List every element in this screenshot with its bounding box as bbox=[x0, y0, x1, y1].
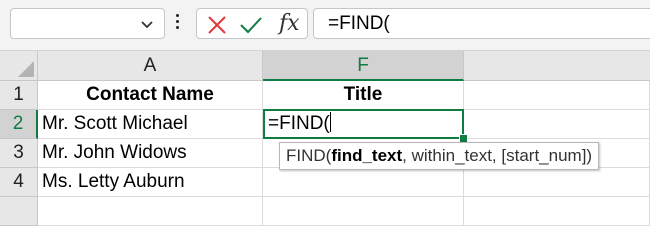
active-cell-text: =FIND( bbox=[268, 113, 330, 134]
column-header-f[interactable]: F bbox=[263, 51, 464, 81]
cell-a4[interactable]: Ms. Letty Auburn bbox=[38, 168, 263, 197]
tooltip-function-name[interactable]: FIND( bbox=[286, 146, 331, 165]
active-cell-f2[interactable]: =FIND( bbox=[263, 109, 464, 139]
text-caret bbox=[329, 112, 331, 132]
cancel-x-icon[interactable] bbox=[207, 15, 227, 35]
row-header-3[interactable]: 3 bbox=[0, 139, 38, 168]
column-header-a[interactable]: A bbox=[38, 51, 263, 81]
cell-a1[interactable]: Contact Name bbox=[38, 81, 263, 110]
row-header-1[interactable]: 1 bbox=[0, 81, 38, 110]
cell-a5[interactable] bbox=[38, 197, 263, 226]
insert-function-fx-icon[interactable]: fx bbox=[279, 11, 300, 36]
function-tooltip: FIND(find_text, within_text, [start_num]… bbox=[279, 142, 600, 170]
cell-a2[interactable]: Mr. Scott Michael bbox=[38, 110, 263, 139]
formula-actions: fx bbox=[196, 8, 308, 39]
select-all-triangle-icon bbox=[18, 61, 34, 77]
cell-f4[interactable] bbox=[263, 168, 464, 197]
formula-bar: fx =FIND( bbox=[0, 0, 650, 51]
formula-input[interactable]: =FIND( bbox=[313, 8, 650, 39]
more-options-icon[interactable] bbox=[176, 14, 180, 34]
row-header-4[interactable]: 4 bbox=[0, 168, 38, 197]
cell-g1[interactable] bbox=[464, 81, 650, 110]
cell-a3[interactable]: Mr. John Widows bbox=[38, 139, 263, 168]
tooltip-remaining-args: , within_text, [start_num]) bbox=[402, 146, 593, 165]
cell-g5[interactable] bbox=[464, 197, 650, 226]
cell-f5[interactable] bbox=[263, 197, 464, 226]
cell-g4[interactable] bbox=[464, 168, 650, 197]
tooltip-current-arg: find_text bbox=[331, 146, 403, 165]
chevron-down-icon[interactable] bbox=[140, 17, 154, 31]
name-box[interactable] bbox=[10, 8, 165, 39]
column-header-empty bbox=[464, 51, 650, 81]
cell-f1[interactable]: Title bbox=[263, 81, 464, 110]
row-header-2[interactable]: 2 bbox=[0, 110, 38, 139]
row-header-5[interactable] bbox=[0, 197, 38, 226]
enter-check-icon[interactable] bbox=[239, 15, 263, 35]
select-all-corner[interactable] bbox=[0, 51, 38, 81]
cell-g2[interactable] bbox=[464, 110, 650, 139]
